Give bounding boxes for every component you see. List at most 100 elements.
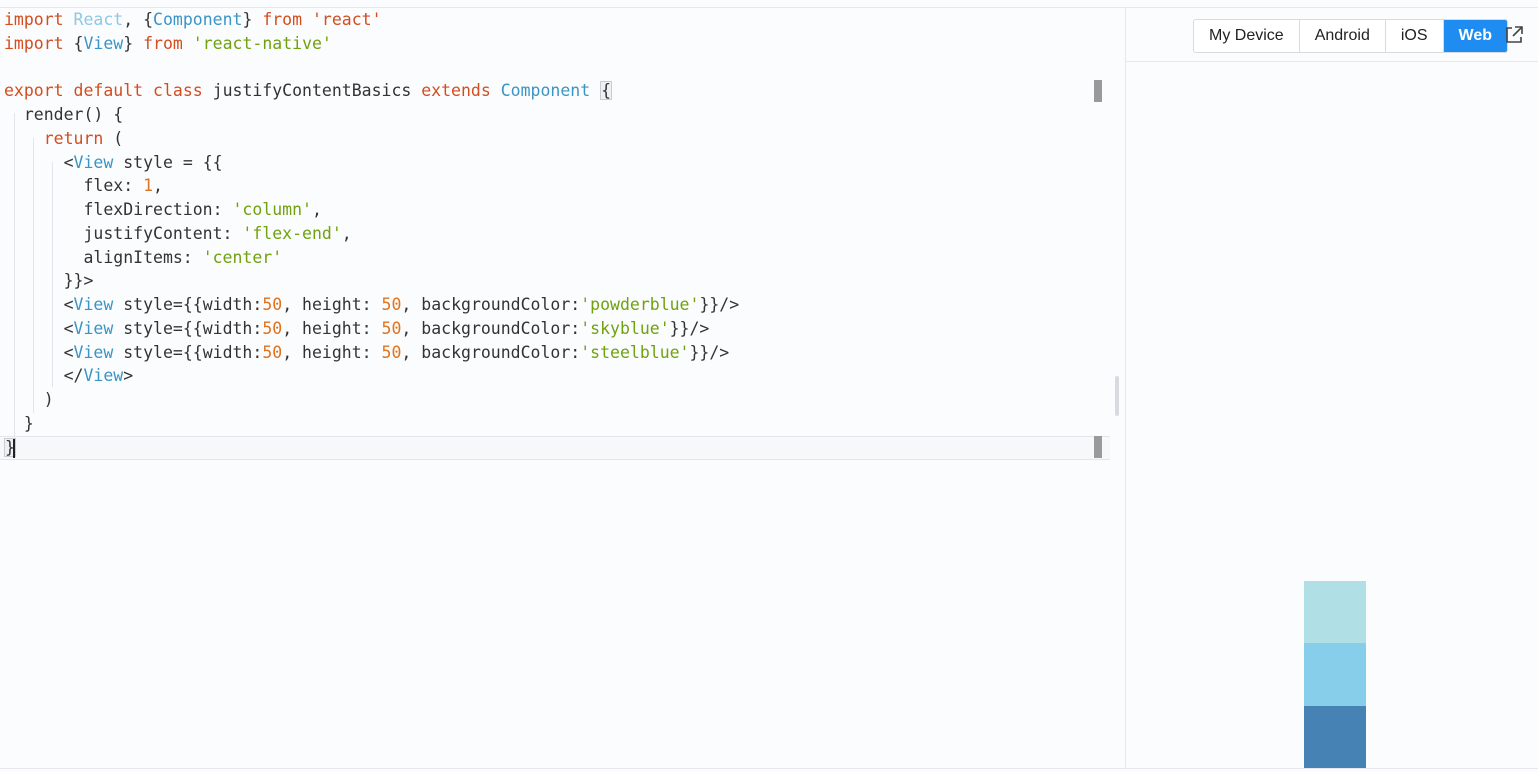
code-line[interactable]: } (4, 436, 739, 460)
code-token: < (4, 318, 74, 338)
code-token: return (43, 128, 104, 148)
code-line[interactable]: justifyContent: 'flex-end', (4, 222, 739, 246)
code-line[interactable]: <View style = {{ (4, 151, 739, 175)
code-token: Component (153, 10, 243, 29)
code-token: , (311, 200, 322, 219)
code-token: < (4, 342, 74, 362)
code-token: , height: (282, 318, 382, 338)
code-line[interactable]: ) (4, 388, 739, 412)
code-token: </ (4, 366, 84, 386)
code-line[interactable]: export default class justifyContentBasic… (4, 79, 739, 103)
code-token: 50 (381, 295, 402, 314)
code-token: 50 (262, 318, 283, 338)
code-token: } (123, 33, 144, 53)
code-token: View (83, 366, 124, 386)
code-token: style = {{ (113, 152, 223, 172)
device-tabs: My Device Android iOS Web (1193, 19, 1508, 53)
code-token: style={{width: (113, 318, 263, 338)
code-token: }}/> (669, 318, 710, 338)
code-line[interactable]: import React, {Component} from 'react' (4, 8, 739, 32)
code-token: 50 (262, 295, 283, 314)
tab-android[interactable]: Android (1300, 20, 1386, 52)
matched-brace: { (600, 81, 613, 101)
code-line[interactable]: }}> (4, 269, 739, 293)
code-token: , (153, 176, 163, 196)
code-token: React (73, 10, 124, 29)
code-token: , backgroundColor: (401, 318, 581, 338)
code-lines[interactable]: import React, {Component} from 'react' im… (4, 8, 739, 459)
code-line[interactable]: render() { (4, 103, 739, 127)
code-token: flexDirection: (4, 200, 233, 219)
code-token: 'steelblue' (580, 342, 690, 362)
code-token: View (73, 318, 114, 338)
code-token: flex: (4, 176, 144, 196)
code-editor[interactable]: import React, {Component} from 'react' im… (0, 8, 1125, 768)
code-token: class (153, 81, 203, 101)
code-token: style={{width: (113, 342, 263, 362)
code-line[interactable] (4, 56, 739, 80)
code-token: justifyContentBasics (202, 81, 422, 101)
code-token: , height: (282, 342, 382, 362)
code-token: Component (500, 81, 591, 101)
code-line[interactable]: return ( (4, 127, 739, 151)
bottom-border (0, 768, 1538, 769)
code-token: import (4, 33, 64, 53)
code-token: , { (123, 10, 154, 29)
code-token: 'skyblue' (580, 318, 670, 338)
code-token: , (341, 223, 352, 243)
code-token: 'react' (312, 10, 382, 29)
code-token: , height: (282, 295, 382, 314)
code-token: } (4, 413, 34, 433)
app-preview (1126, 62, 1538, 768)
code-token: render() { (4, 105, 124, 124)
code-token: ( (103, 128, 124, 148)
code-token: style={{width: (113, 295, 263, 314)
code-token: from (262, 10, 303, 29)
code-token: 1 (143, 176, 154, 196)
code-line[interactable]: </View> (4, 364, 739, 388)
tab-my-device[interactable]: My Device (1194, 20, 1300, 52)
code-token: 'center' (202, 247, 283, 267)
steelblue-box (1304, 705, 1366, 768)
code-line[interactable]: } (4, 412, 739, 436)
code-line[interactable]: <View style={{width:50, height: 50, back… (4, 341, 739, 365)
code-token: justifyContent: (4, 223, 243, 243)
code-token: < (4, 295, 74, 314)
code-token: View (73, 295, 114, 314)
code-token: > (123, 366, 134, 386)
external-link-icon[interactable] (1503, 24, 1525, 46)
code-line[interactable]: flexDirection: 'column', (4, 198, 739, 222)
code-line[interactable]: import {View} from 'react-native' (4, 32, 739, 56)
code-token: 50 (381, 318, 402, 338)
tab-web[interactable]: Web (1443, 20, 1507, 52)
code-line[interactable]: flex: 1, (4, 174, 739, 198)
code-token: extends (421, 81, 491, 101)
code-token: ) (4, 390, 54, 409)
scroll-marker (1094, 436, 1102, 458)
code-token: View (73, 152, 114, 172)
code-token: 'powderblue' (580, 295, 700, 314)
code-token: export (4, 81, 64, 101)
code-token: , backgroundColor: (401, 295, 581, 314)
code-token: } (242, 10, 263, 29)
code-token: , backgroundColor: (401, 342, 581, 362)
code-token: 50 (381, 342, 402, 362)
code-token: < (4, 152, 74, 172)
code-token: default (73, 81, 144, 101)
code-token: import (4, 10, 64, 29)
code-token: 'react-native' (192, 33, 332, 53)
code-line[interactable]: <View style={{width:50, height: 50, back… (4, 317, 739, 341)
code-line[interactable]: <View style={{width:50, height: 50, back… (4, 293, 740, 317)
tab-ios[interactable]: iOS (1386, 20, 1444, 52)
editor-scrollbar[interactable] (1115, 376, 1119, 416)
powderblue-box (1304, 580, 1366, 643)
code-token: from (143, 33, 183, 53)
code-line[interactable]: alignItems: 'center' (4, 246, 739, 270)
